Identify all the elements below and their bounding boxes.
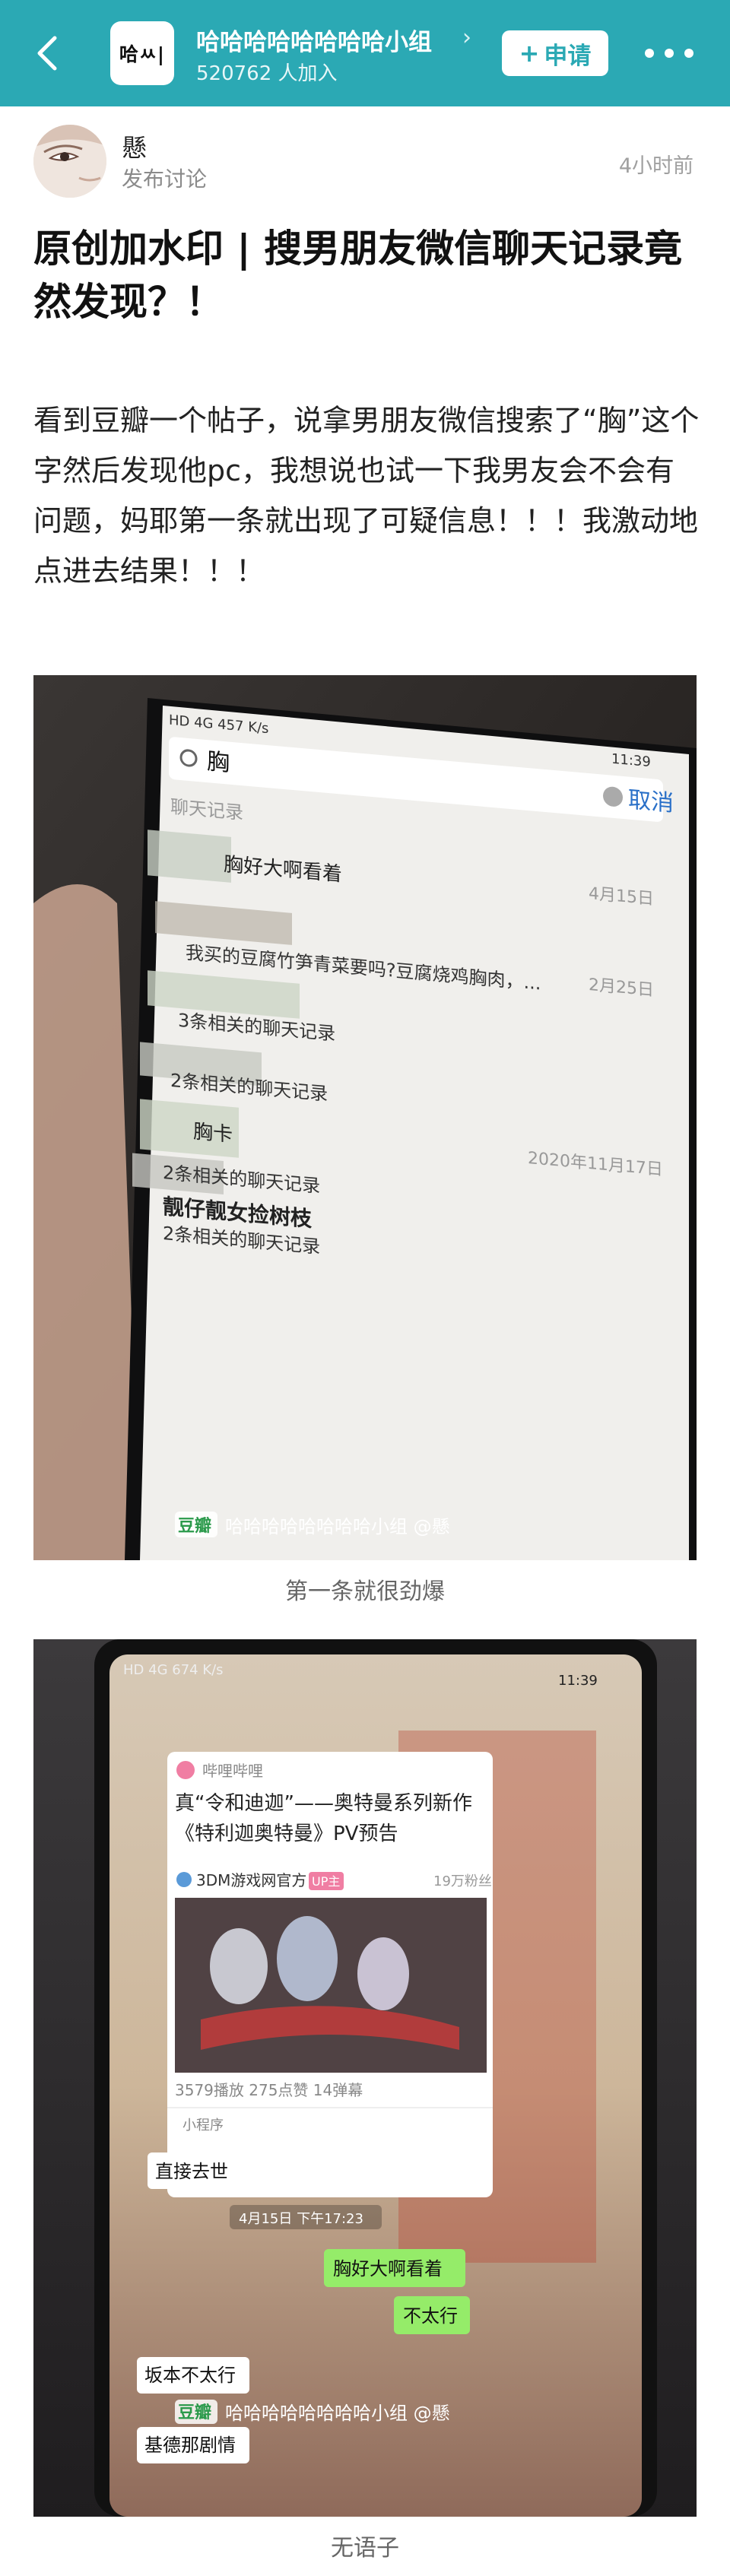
- more-dots-icon: [645, 49, 654, 58]
- avatar[interactable]: [33, 125, 106, 198]
- svg-text:哈哈哈哈哈哈哈哈小组 @懸: 哈哈哈哈哈哈哈哈小组 @懸: [225, 2403, 450, 2424]
- chat-message: 直接去世: [148, 2152, 245, 2189]
- post-type: 发布讨论: [122, 167, 208, 192]
- chevron-right-icon[interactable]: ›: [462, 24, 471, 51]
- group-logo[interactable]: 哈ㅆ|: [110, 21, 174, 85]
- watermark: 豆瓣 哈哈哈哈哈哈哈哈小组 @懸: [175, 1512, 450, 1537]
- bilibili-icon: [176, 1761, 195, 1779]
- more-dot: [665, 49, 674, 58]
- svg-text:胸卡: 胸卡: [193, 1121, 233, 1147]
- card-title: 真“令和迪迦”——奥特曼系列新作《特利迦奥特曼》PV预告: [175, 1792, 472, 1845]
- chat-message: 基德那剧情: [137, 2427, 249, 2463]
- douban-logo: 豆瓣: [178, 2403, 211, 2422]
- post-title: 原创加水印 | 搜男朋友微信聊天记录竟然发现？！: [33, 227, 683, 324]
- svg-text:UP主: UP主: [312, 1874, 340, 1889]
- image-1-caption: 第一条就很劲爆: [285, 1578, 445, 1605]
- apply-button[interactable]: + 申请: [502, 30, 608, 76]
- chat-message: 不太行: [394, 2296, 470, 2334]
- svg-text:坂本不太行: 坂本不太行: [144, 2365, 236, 2386]
- group-logo-text: 哈ㅆ|: [119, 43, 166, 65]
- svg-text:基德那剧情: 基德那剧情: [144, 2435, 236, 2456]
- svg-text:不太行: 不太行: [403, 2305, 458, 2327]
- post-image-2[interactable]: HD 4G 674 K/s 11:39 哔哩哔哩 真“令和迪迦”——奥特曼系列新…: [33, 1639, 697, 2517]
- image-2-caption: 无语子: [331, 2535, 399, 2562]
- douban-logo: 豆瓣: [178, 1517, 211, 1536]
- svg-text:19万粉丝: 19万粉丝: [433, 1873, 492, 1889]
- group-header: 哈ㅆ| 哈哈哈哈哈哈哈哈小组 › 520762 人加入 + 申请: [0, 0, 730, 106]
- chat-timestamp: 4月15日 下午17:23: [230, 2205, 382, 2229]
- svg-text:11:39: 11:39: [558, 1673, 598, 1689]
- more-button[interactable]: [639, 36, 700, 70]
- search-query: 胸: [207, 748, 230, 777]
- more-dot: [684, 49, 694, 58]
- bilibili-share-card[interactable]: 哔哩哔哩 真“令和迪迦”——奥特曼系列新作《特利迦奥特曼》PV预告 3DM游戏网…: [167, 1752, 493, 2197]
- post-time: 4小时前: [618, 154, 694, 178]
- post-body: 看到豆瓣一个帖子，说拿男朋友微信搜索了“胸”这个字然后发现他pc，我想说也试一下…: [33, 404, 700, 588]
- plus-icon: +: [519, 39, 540, 68]
- cancel-button: 取消: [628, 787, 674, 817]
- svg-text:HD 4G 674 K/s: HD 4G 674 K/s: [123, 1662, 224, 1678]
- apply-label: 申请: [544, 42, 592, 70]
- svg-text:3579播放 275点赞 14弹幕: 3579播放 275点赞 14弹幕: [175, 2081, 363, 2099]
- svg-text:3DM游戏网官方: 3DM游戏网官方: [196, 1871, 306, 1889]
- svg-text:直接去世: 直接去世: [155, 2161, 228, 2182]
- group-title[interactable]: 哈哈哈哈哈哈哈哈小组: [196, 23, 455, 57]
- post-image-1[interactable]: HD 4G 457 K/s 11:39 胸 取消 聊天记录 胸好大啊看着 4月1…: [33, 675, 697, 1560]
- author-name[interactable]: 懸: [122, 128, 147, 164]
- watermark: 豆瓣 哈哈哈哈哈哈哈哈小组 @懸: [175, 2400, 450, 2424]
- avatar-image: [33, 125, 106, 198]
- group-member-count: 520762 人加入: [196, 62, 338, 85]
- back-button[interactable]: [27, 30, 70, 76]
- chevron-left-icon: [37, 36, 57, 71]
- svg-text:哔哩哔哩: 哔哩哔哩: [202, 1762, 263, 1780]
- svg-text:胸好大啊看着: 胸好大啊看着: [333, 2258, 443, 2279]
- svg-text:哈哈哈哈哈哈哈哈小组 @懸: 哈哈哈哈哈哈哈哈小组 @懸: [225, 1516, 450, 1537]
- svg-text:4月15日 下午17:23: 4月15日 下午17:23: [239, 2211, 363, 2227]
- svg-text:小程序: 小程序: [182, 2118, 224, 2133]
- chat-message: 坂本不太行: [137, 2357, 249, 2394]
- chat-message: 胸好大啊看着: [324, 2249, 465, 2287]
